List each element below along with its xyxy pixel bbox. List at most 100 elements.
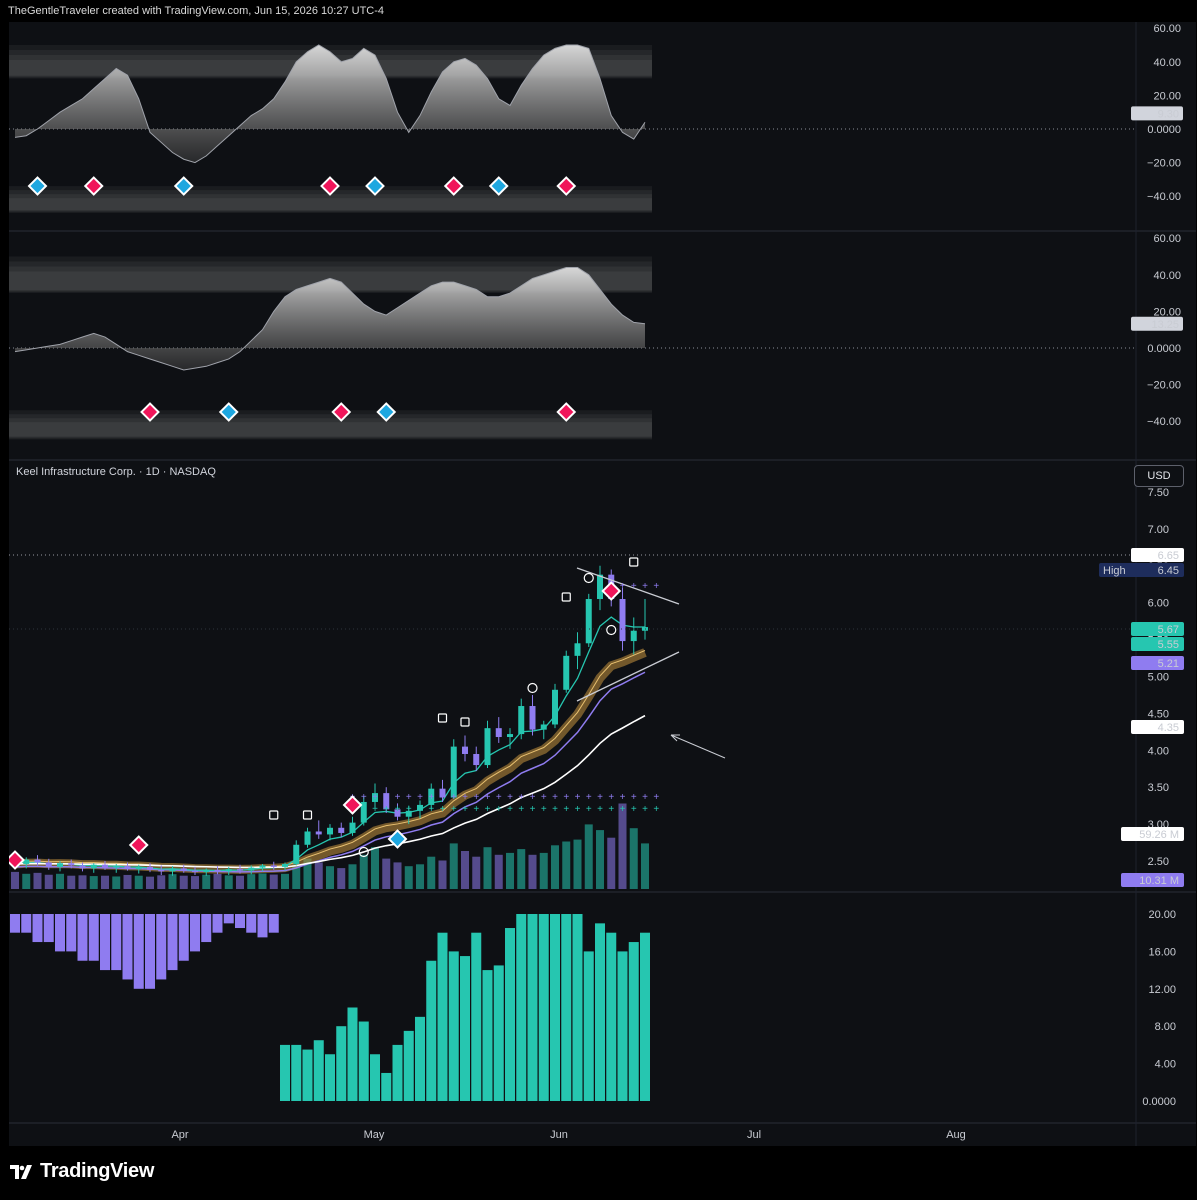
candle-body[interactable] bbox=[34, 859, 41, 863]
footer: TradingView bbox=[0, 1146, 1197, 1200]
ema-slow-badge-text: 5.21 bbox=[1158, 658, 1179, 670]
osc2-band-bottom bbox=[9, 422, 652, 437]
plus-marker: + bbox=[575, 792, 581, 803]
volume-bar bbox=[438, 860, 447, 889]
plus-marker: + bbox=[642, 581, 648, 592]
candle-body[interactable] bbox=[540, 724, 547, 730]
candle-body[interactable] bbox=[90, 864, 97, 869]
volume-bar bbox=[22, 873, 31, 889]
histogram-bar bbox=[358, 1021, 369, 1101]
histogram-axis-tick: 0.0000 bbox=[1142, 1096, 1176, 1108]
histogram-bar bbox=[516, 914, 527, 1101]
candle-body[interactable] bbox=[327, 827, 333, 835]
candle-body[interactable] bbox=[315, 831, 322, 835]
candle-body[interactable] bbox=[124, 866, 131, 870]
trendline-upper[interactable] bbox=[576, 567, 680, 605]
annotation-arrow[interactable] bbox=[670, 734, 726, 759]
pattern-square-marker[interactable] bbox=[460, 717, 470, 727]
candle-body[interactable] bbox=[585, 599, 592, 644]
plus-marker: + bbox=[395, 804, 401, 815]
candle-body[interactable] bbox=[169, 868, 176, 872]
candle-body[interactable] bbox=[630, 630, 637, 642]
volume-bar bbox=[607, 837, 616, 889]
candle-body[interactable] bbox=[293, 844, 300, 864]
osc1-axis-tick: −40.00 bbox=[1147, 191, 1181, 203]
volume-bar bbox=[641, 843, 649, 889]
histogram-bar bbox=[370, 1054, 380, 1101]
plus-marker: + bbox=[620, 804, 626, 815]
histogram-bar bbox=[88, 914, 99, 961]
candle-body[interactable] bbox=[552, 689, 558, 725]
pattern-square-marker[interactable] bbox=[437, 713, 448, 723]
pattern-square-marker[interactable] bbox=[561, 592, 571, 602]
symbol-legend[interactable]: Keel Infrastructure Corp. · 1D · NASDAQ bbox=[16, 466, 216, 478]
volume-bar bbox=[33, 872, 42, 889]
candle-body[interactable] bbox=[102, 864, 108, 868]
candle-body[interactable] bbox=[57, 863, 63, 867]
candle-body[interactable] bbox=[147, 866, 153, 870]
osc1-axis-tick: 40.00 bbox=[1153, 57, 1181, 69]
candle-body[interactable] bbox=[135, 866, 142, 870]
volume-badge-text: 10.31 M bbox=[1139, 875, 1179, 887]
candle-body[interactable] bbox=[495, 728, 502, 738]
pattern-square-marker[interactable] bbox=[302, 810, 313, 820]
candle-body[interactable] bbox=[450, 746, 457, 798]
volume-bar bbox=[562, 841, 571, 889]
candle-body[interactable] bbox=[597, 574, 603, 600]
candle-body[interactable] bbox=[45, 862, 52, 867]
volume-bar bbox=[247, 874, 256, 889]
candle-body[interactable] bbox=[68, 863, 75, 866]
volume-bar bbox=[551, 845, 559, 889]
candle-body[interactable] bbox=[203, 869, 210, 873]
tradingview-logo-icon bbox=[10, 1164, 32, 1179]
plus-marker: + bbox=[541, 804, 547, 815]
candle-body[interactable] bbox=[484, 728, 491, 766]
histogram-axis-tick: 16.00 bbox=[1148, 946, 1176, 958]
candle-body[interactable] bbox=[304, 831, 311, 845]
candle-body[interactable] bbox=[282, 863, 288, 867]
candle-body[interactable] bbox=[574, 643, 581, 656]
candle-body[interactable] bbox=[214, 869, 221, 872]
histogram-bar bbox=[167, 914, 178, 971]
candle-body[interactable] bbox=[270, 865, 277, 867]
pattern-circle-marker[interactable] bbox=[606, 624, 617, 636]
time-axis-label: Jul bbox=[747, 1129, 761, 1141]
volume-bar bbox=[506, 852, 514, 889]
candle-body[interactable] bbox=[248, 867, 255, 871]
plus-marker: + bbox=[653, 804, 659, 815]
candle-body[interactable] bbox=[338, 827, 345, 833]
candle-body[interactable] bbox=[259, 865, 266, 868]
candle-body[interactable] bbox=[619, 599, 626, 642]
plus-marker: + bbox=[485, 804, 491, 815]
currency-button[interactable]: USD bbox=[1134, 465, 1184, 487]
candle-body[interactable] bbox=[158, 869, 165, 872]
candle-body[interactable] bbox=[518, 706, 525, 735]
pattern-circle-marker[interactable] bbox=[583, 572, 594, 584]
chart-canvas[interactable]: 60.00 40.00 20.00 0.0000 −20.00 −40.00 9.30 60.… bbox=[9, 22, 1196, 1146]
candle-body[interactable] bbox=[192, 870, 198, 873]
ema-fast-badge-text: 5.55 bbox=[1158, 639, 1179, 651]
candle-body[interactable] bbox=[563, 655, 570, 690]
candle-body[interactable] bbox=[113, 866, 120, 868]
chart-area[interactable]: 60.00 40.00 20.00 0.0000 −20.00 −40.00 9.30 60.… bbox=[9, 22, 1196, 1146]
tradingview-logo[interactable]: TradingView bbox=[10, 1160, 154, 1183]
high-badge-value: 6.45 bbox=[1158, 565, 1179, 577]
candle-body[interactable] bbox=[180, 868, 187, 871]
pattern-square-marker[interactable] bbox=[629, 557, 639, 567]
candle-body[interactable] bbox=[507, 734, 513, 738]
pattern-square-marker[interactable] bbox=[269, 810, 279, 820]
histogram-bar bbox=[482, 970, 493, 1101]
volume-bar bbox=[393, 862, 402, 889]
histogram-bar bbox=[156, 914, 167, 980]
volume-bar bbox=[618, 803, 627, 889]
plus-marker: + bbox=[406, 804, 412, 815]
candle-body[interactable] bbox=[473, 753, 480, 766]
candle-body[interactable] bbox=[529, 706, 536, 730]
candle-body[interactable] bbox=[237, 869, 243, 871]
candle-body[interactable] bbox=[349, 822, 356, 833]
candle-body[interactable] bbox=[462, 746, 468, 754]
volume-bar bbox=[78, 875, 87, 889]
pattern-x-marker[interactable] bbox=[527, 682, 538, 694]
candle-body[interactable] bbox=[225, 869, 232, 872]
candle-body[interactable] bbox=[79, 865, 86, 869]
